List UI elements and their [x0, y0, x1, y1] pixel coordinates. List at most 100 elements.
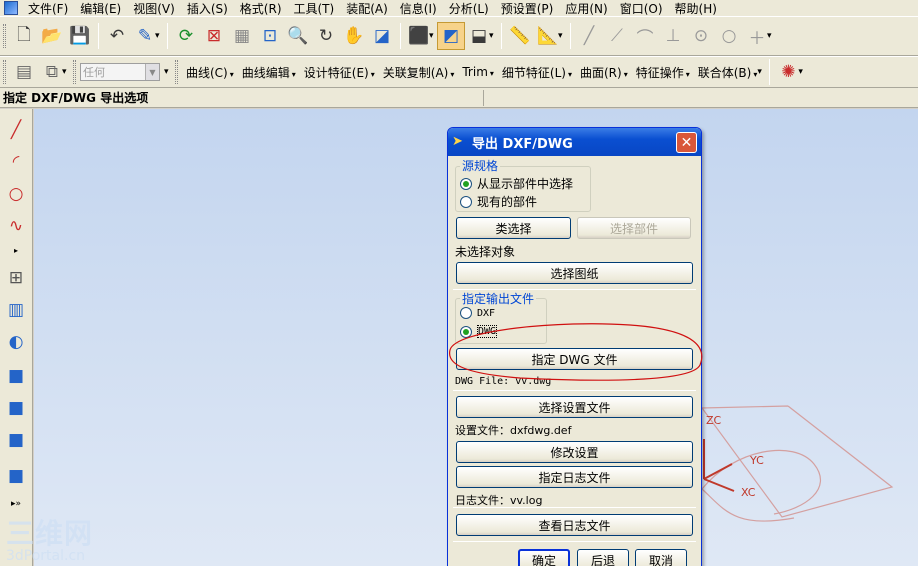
site-watermark: 三维网 3dPortal.cn [6, 512, 106, 564]
menu-assembly[interactable]: 装配(A) [340, 0, 394, 17]
measure-distance-icon[interactable]: 📏 [506, 22, 534, 50]
menu-view[interactable]: 视图(V) [127, 0, 181, 17]
zoom-window-icon[interactable]: ▦ [228, 22, 256, 50]
menu-curve[interactable]: 曲线(C) ▾ [182, 64, 238, 81]
select-settings-file-button[interactable]: 选择设置文件 [456, 396, 693, 418]
menu-detail-feature[interactable]: 细节特征(L) ▾ [498, 64, 576, 81]
circle-icon[interactable]: ○ [715, 22, 743, 50]
sketch-icon[interactable]: ⊞ [3, 265, 29, 291]
no-selection-text: 未选择对象 [455, 245, 516, 259]
chevron-down-icon: ▾ [229, 69, 234, 79]
view-log-file-button[interactable]: 查看日志文件 [456, 514, 693, 536]
select-drawing-button[interactable]: 选择图纸 [456, 262, 693, 284]
menu-design-feature[interactable]: 设计特征(E) ▾ [300, 64, 379, 81]
menu-trim[interactable]: Trim ▾ [458, 65, 498, 79]
radio-dot [460, 325, 472, 338]
perpendicular-icon[interactable]: ⊥ [659, 22, 687, 50]
save-icon[interactable]: 💾 [66, 22, 94, 50]
menu-insert[interactable]: 插入(S) [181, 0, 234, 17]
class-select-button[interactable]: 类选择 [456, 217, 571, 239]
circle-icon[interactable]: ○ [3, 181, 29, 207]
chevron-down-icon[interactable]: ▾ [798, 67, 806, 77]
cancel-button[interactable]: 取消 [635, 549, 687, 566]
chevron-down-icon: ▾ [623, 69, 628, 79]
export-icon: ➤ [452, 134, 463, 149]
menu-feature-operation[interactable]: 特征操作 ▾ [632, 64, 694, 81]
radio-existing-part[interactable]: 现有的部件 [460, 193, 537, 210]
chevron-down-icon: ▾ [489, 69, 494, 78]
chevron-down-icon[interactable]: ▾ [489, 31, 497, 41]
zoom-area-icon[interactable]: ⊡ [256, 22, 284, 50]
chevron-down-icon[interactable]: ▾ [757, 67, 765, 77]
part-navigator-icon[interactable]: ▤ [10, 58, 38, 86]
close-icon[interactable]: ✕ [676, 132, 697, 153]
circle-center-icon[interactable]: ⊙ [687, 22, 715, 50]
dialog-titlebar[interactable]: ➤ 导出 DXF/DWG [448, 128, 701, 156]
menu-help[interactable]: 帮助(H) [669, 0, 723, 17]
axis-xc-label: XC [741, 486, 756, 499]
line-icon[interactable]: ╱ [575, 22, 603, 50]
arc-icon[interactable]: ◜ [3, 149, 29, 175]
menu-info[interactable]: 信息(I) [394, 0, 443, 17]
radio-dot [460, 177, 472, 190]
spline-icon[interactable]: ∿ [3, 213, 29, 239]
extrude-icon[interactable]: ▥ [3, 297, 29, 323]
menu-combine[interactable]: 联合体(B) ▾ [694, 64, 762, 81]
radio-dot [460, 307, 472, 319]
radio-from-displayed-part[interactable]: 从显示部件中选择 [460, 175, 573, 192]
fit-icon[interactable]: ⊠ [200, 22, 228, 50]
radio-dwg[interactable]: DWG [460, 325, 498, 338]
menu-file[interactable]: 文件(F) [22, 0, 74, 17]
dialog-title: 导出 DXF/DWG [472, 136, 573, 152]
app-icon [4, 1, 18, 15]
layer-icon[interactable]: ◩ [437, 22, 465, 50]
chevron-down-icon[interactable]: ▾ [429, 31, 437, 41]
sphere-icon[interactable]: ■ [3, 463, 29, 489]
cone-icon[interactable]: ■ [3, 427, 29, 453]
cylinder-icon[interactable]: ■ [3, 395, 29, 421]
chevron-down-icon[interactable]: ▾ [558, 31, 566, 41]
type-filter-select[interactable]: 任何 ▼ [80, 63, 160, 81]
modify-settings-button[interactable]: 修改设置 [456, 441, 693, 463]
refresh-icon[interactable]: ⟳ [172, 22, 200, 50]
specify-log-file-button[interactable]: 指定日志文件 [456, 466, 693, 488]
axis-yc-label: YC [749, 454, 764, 467]
back-button[interactable]: 后退 [577, 549, 629, 566]
chevron-down-icon[interactable]: ▾ [164, 67, 172, 77]
zoom-icon[interactable]: 🔍 [284, 22, 312, 50]
view-orient-icon[interactable]: ◪ [368, 22, 396, 50]
menu-format[interactable]: 格式(R) [234, 0, 288, 17]
toolbar-grip[interactable] [175, 60, 178, 84]
pan-icon[interactable]: ✋ [340, 22, 368, 50]
chevron-down-icon[interactable]: ▾ [767, 31, 775, 41]
menu-surface[interactable]: 曲面(R) ▾ [576, 64, 632, 81]
menu-edit[interactable]: 编辑(E) [74, 0, 127, 17]
menu-associative-copy[interactable]: 关联复制(A) ▾ [379, 64, 459, 81]
line-point-icon[interactable]: ⟋ [603, 22, 631, 50]
select-part-button[interactable]: 选择部件 [577, 217, 691, 239]
new-file-icon[interactable]: 🗋 [10, 22, 38, 50]
specify-dwg-file-button[interactable]: 指定 DWG 文件 [456, 348, 693, 370]
menu-tools[interactable]: 工具(T) [288, 0, 341, 17]
chevron-down-icon[interactable]: ▾ [155, 31, 163, 41]
arc-icon[interactable]: ⌒ [631, 22, 659, 50]
ok-button[interactable]: 确定 [518, 549, 570, 566]
chevron-down-icon[interactable]: ▸ [3, 237, 29, 263]
block-icon[interactable]: ■ [3, 363, 29, 389]
rotate-icon[interactable]: ↻ [312, 22, 340, 50]
radio-dxf[interactable]: DXF [460, 307, 495, 319]
revolve-icon[interactable]: ◐ [3, 329, 29, 355]
toolbar-grip[interactable] [3, 24, 6, 48]
menu-application[interactable]: 应用(N) [559, 0, 613, 17]
menu-window[interactable]: 窗口(O) [614, 0, 669, 17]
chevron-down-icon: ▾ [370, 69, 375, 79]
menu-preferences[interactable]: 预设置(P) [495, 0, 560, 17]
menu-analysis[interactable]: 分析(L) [443, 0, 495, 17]
toolbar-grip[interactable] [3, 60, 6, 84]
toolbar-grip[interactable] [73, 60, 76, 84]
line-icon[interactable]: ╱ [3, 117, 29, 143]
chevron-down-icon[interactable]: ▾ [62, 67, 70, 77]
menu-curve-edit[interactable]: 曲线编辑 ▾ [238, 64, 300, 81]
undo-icon[interactable]: ↶ [103, 22, 131, 50]
open-folder-icon[interactable]: 📂 [38, 22, 66, 50]
